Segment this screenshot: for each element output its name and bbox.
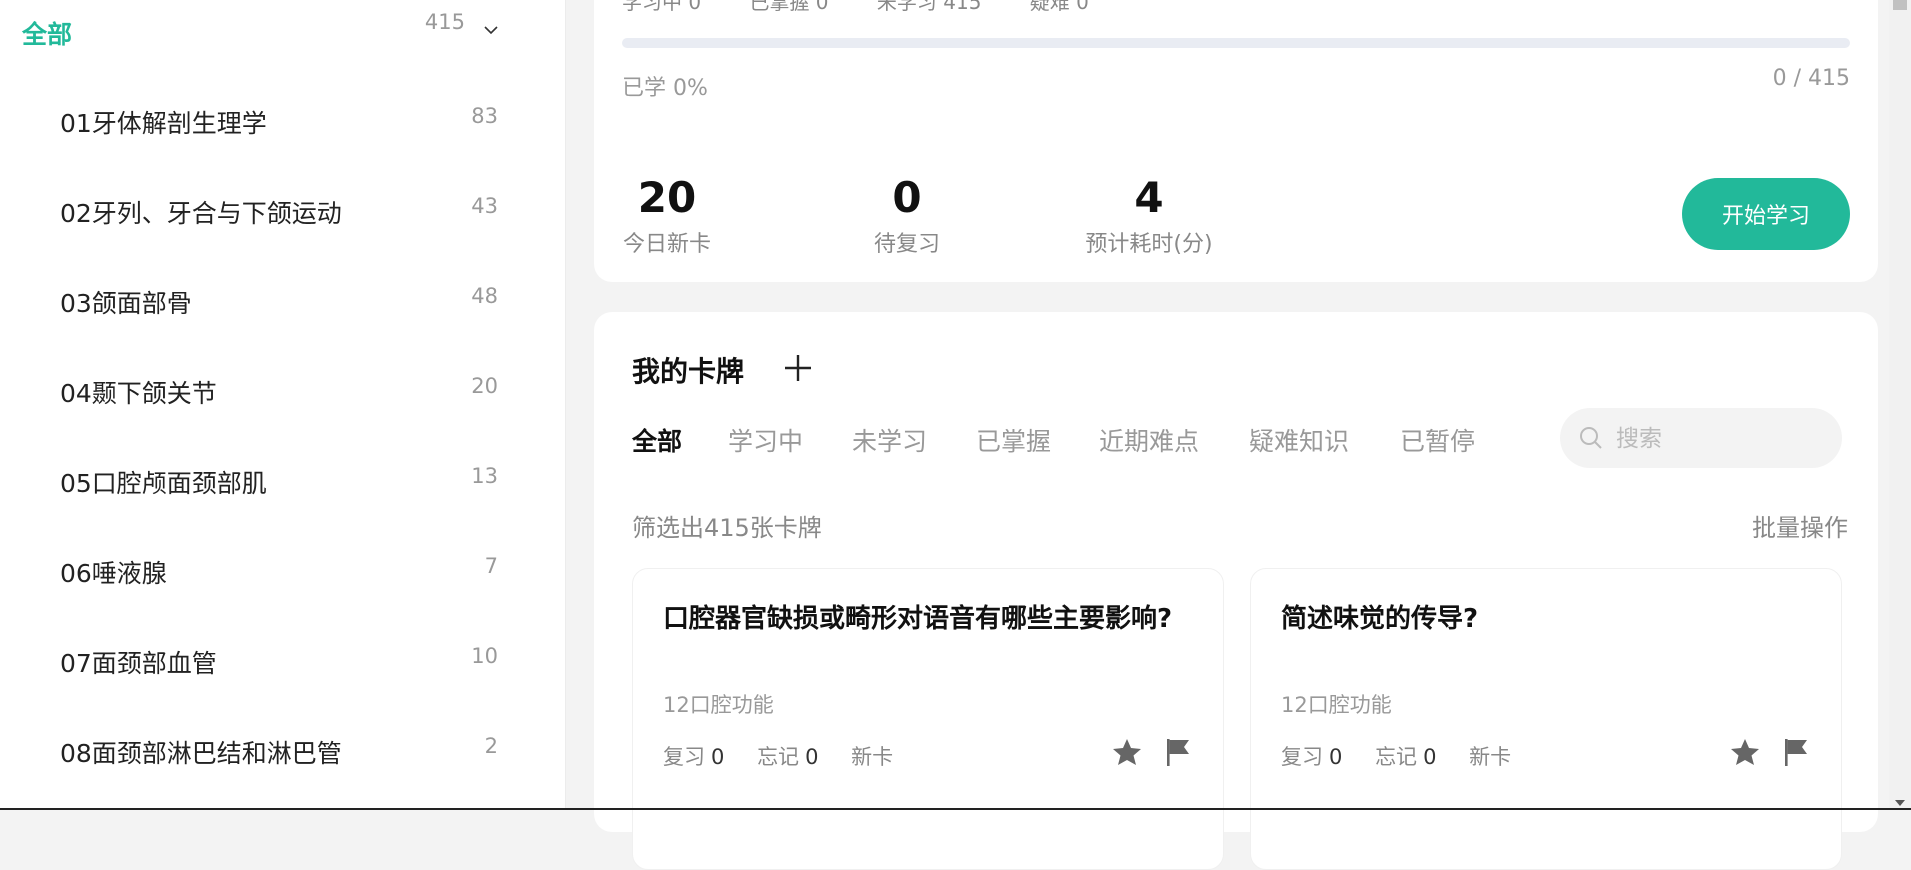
my-decks-card: 我的卡牌 全部 学习中 未学习 已掌握 近期难点 疑难知识 已暂停 筛选出415… [594, 312, 1878, 870]
sidebar-item-count: 83 [471, 104, 498, 128]
sidebar-item-count: 7 [484, 554, 498, 578]
sidebar-item[interactable]: 05口腔颅面颈部肌 13 [60, 456, 500, 506]
card-status: 新卡 [851, 745, 894, 769]
flashcard[interactable]: 口腔器官缺损或畸形对语音有哪些主要影响? 12口腔功能 复习 0 忘记 0 新卡 [632, 568, 1224, 870]
sidebar-item-label: 03颌面部骨 [60, 289, 192, 318]
sidebar-item[interactable]: 02牙列、牙合与下颌运动 43 [60, 186, 500, 236]
flashcard-deck: 12口腔功能 [1281, 693, 1392, 717]
learned-percent: 已学 0% [622, 76, 708, 101]
tab-difficult-knowledge[interactable]: 疑难知识 [1249, 422, 1349, 458]
progress-bar [622, 38, 1850, 48]
legend-unlearned: 未学习 415 [876, 0, 982, 14]
study-overview-card: 学习中 0 已掌握 0 未学习 415 疑难 0 已学 0% 0 / 415 2… [594, 0, 1878, 282]
flashcard-question: 口腔器官缺损或畸形对语音有哪些主要影响? [663, 604, 1173, 634]
scroll-down-arrow-icon[interactable] [1895, 800, 1905, 806]
sidebar-item[interactable]: 01牙体解剖生理学 83 [60, 96, 500, 146]
stat-label: 待复习 [873, 232, 940, 257]
progress-ratio: 0 / 415 [1772, 66, 1850, 91]
stat-value: 20 [637, 173, 697, 222]
review-stat: 复习 0 [663, 745, 724, 769]
stat-estimated-time: 4 预计耗时(分) [1074, 172, 1224, 258]
start-learning-button[interactable]: 开始学习 [1682, 178, 1850, 250]
sidebar-item-label: 08面颈部淋巴结和淋巴管 [60, 739, 342, 768]
sidebar-all-count: 415 [424, 10, 465, 34]
flashcard-question: 简述味觉的传导? [1281, 604, 1479, 634]
stat-pending-review: 0 待复习 [862, 172, 952, 258]
flashcard-deck: 12口腔功能 [663, 693, 774, 717]
chevron-down-icon[interactable] [483, 22, 499, 38]
stat-label: 今日新卡 [622, 232, 711, 257]
filter-result-count: 筛选出415张卡牌 [632, 514, 822, 542]
legend-learning: 学习中 0 [622, 0, 702, 14]
star-icon[interactable] [1729, 736, 1761, 768]
decks-title: 我的卡牌 [632, 355, 745, 388]
review-stat: 复习 0 [1281, 745, 1342, 769]
sidebar-item[interactable]: 04颞下颌关节 20 [60, 366, 500, 416]
flag-icon[interactable] [1781, 736, 1811, 768]
flashcard-meta: 复习 0 忘记 0 新卡 [1281, 741, 1537, 771]
sidebar-all-label: 全部 [22, 20, 73, 49]
batch-operation-button[interactable]: 批量操作 [1752, 508, 1848, 543]
legend-mastered: 已掌握 0 [749, 0, 829, 14]
tab-mastered[interactable]: 已掌握 [976, 422, 1051, 458]
forget-stat: 忘记 0 [1375, 745, 1436, 769]
flashcard[interactable]: 简述味觉的传导? 12口腔功能 复习 0 忘记 0 新卡 [1250, 568, 1842, 870]
sidebar-item-count: 2 [484, 734, 498, 758]
sidebar-item[interactable]: 03颌面部骨 48 [60, 276, 500, 326]
sidebar-item[interactable]: 07面颈部血管 10 [60, 636, 500, 686]
review-count: 0 [1329, 745, 1343, 769]
stat-new-cards: 20 今日新卡 [622, 172, 712, 258]
tab-recent-difficult[interactable]: 近期难点 [1099, 422, 1199, 458]
scrollbar-thumb[interactable] [1893, 0, 1907, 10]
add-deck-icon[interactable] [780, 350, 816, 386]
review-count: 0 [711, 745, 725, 769]
forget-label: 忘记 [1375, 745, 1418, 769]
sidebar-item-label: 07面颈部血管 [60, 649, 217, 678]
forget-label: 忘记 [757, 745, 800, 769]
stat-value: 0 [892, 173, 922, 222]
tab-learning[interactable]: 学习中 [728, 422, 803, 458]
tab-paused[interactable]: 已暂停 [1400, 422, 1475, 458]
sidebar-item-label: 01牙体解剖生理学 [60, 109, 267, 138]
flag-icon[interactable] [1163, 736, 1193, 768]
sidebar-item-label: 06唾液腺 [60, 559, 167, 588]
forget-count: 0 [805, 745, 819, 769]
search-input[interactable] [1614, 418, 1828, 460]
forget-count: 0 [1423, 745, 1437, 769]
sidebar-item-count: 13 [471, 464, 498, 488]
sidebar-item-label: 02牙列、牙合与下颌运动 [60, 199, 342, 228]
sidebar-item[interactable]: 06唾液腺 7 [60, 546, 500, 596]
sidebar-item-label: 05口腔颅面颈部肌 [60, 469, 267, 498]
tab-all[interactable]: 全部 [632, 422, 682, 458]
card-status: 新卡 [1469, 745, 1512, 769]
review-label: 复习 [1281, 745, 1323, 769]
search-box [1560, 408, 1842, 468]
progress-legend: 学习中 0 已掌握 0 未学习 415 疑难 0 [622, 0, 1131, 15]
stat-label: 预计耗时(分) [1085, 232, 1213, 257]
category-sidebar: 全部 415 01牙体解剖生理学 83 02牙列、牙合与下颌运动 43 03颌面… [0, 0, 566, 810]
sidebar-item-count: 20 [471, 374, 498, 398]
tab-unlearned[interactable]: 未学习 [852, 422, 927, 458]
search-icon [1580, 427, 1602, 449]
star-icon[interactable] [1111, 736, 1143, 768]
flashcard-meta: 复习 0 忘记 0 新卡 [663, 741, 919, 771]
sidebar-item-count: 48 [471, 284, 498, 308]
sidebar-item-label: 04颞下颌关节 [60, 379, 217, 408]
sidebar-item-count: 10 [471, 644, 498, 668]
stat-value: 4 [1134, 173, 1164, 222]
review-label: 复习 [663, 745, 705, 769]
page-scrollbar[interactable] [1889, 0, 1911, 810]
forget-stat: 忘记 0 [757, 745, 818, 769]
sidebar-item-count: 43 [471, 194, 498, 218]
sidebar-item[interactable]: 08面颈部淋巴结和淋巴管 2 [60, 726, 500, 776]
legend-difficult: 疑难 0 [1029, 0, 1089, 14]
sidebar-item-all[interactable]: 全部 415 [22, 10, 535, 54]
